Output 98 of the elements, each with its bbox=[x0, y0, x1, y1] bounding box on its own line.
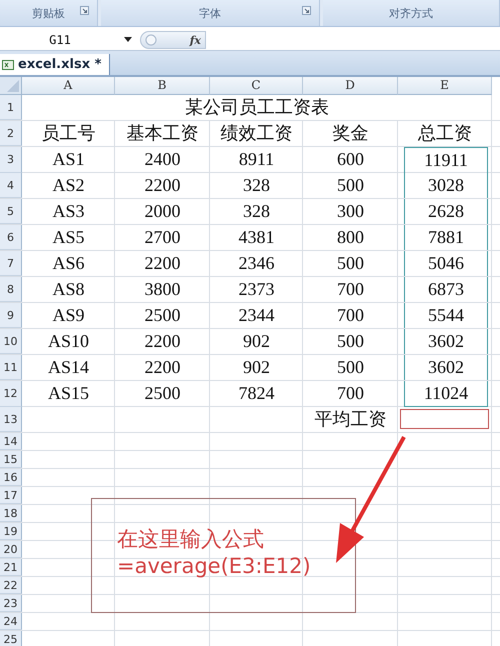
row-header[interactable]: 21 bbox=[0, 559, 22, 576]
table-cell-text: AS8 bbox=[51, 278, 86, 301]
table-cell-text: 328 bbox=[242, 174, 271, 197]
table-cell-text: 600 bbox=[336, 148, 365, 171]
table-cell-text: 基本工资 bbox=[126, 122, 200, 145]
name-box[interactable]: G11 bbox=[0, 33, 120, 47]
table-cell-text: 4381 bbox=[238, 226, 276, 249]
row-header[interactable]: 24 bbox=[0, 613, 22, 630]
table-cell-text: 2500 bbox=[144, 382, 182, 405]
row-header[interactable]: 23 bbox=[0, 595, 22, 612]
table-cell-text: AS14 bbox=[46, 356, 90, 379]
table-cell-text: 300 bbox=[336, 200, 365, 223]
table-cell-text: 800 bbox=[336, 226, 365, 249]
spreadsheet-icon bbox=[2, 58, 14, 70]
row-header[interactable]: 12 bbox=[0, 381, 22, 407]
table-cell-text: 2200 bbox=[144, 252, 182, 275]
row-header[interactable]: 25 bbox=[0, 631, 22, 646]
row-header[interactable]: 10 bbox=[0, 329, 22, 354]
row-header[interactable]: 1 bbox=[0, 95, 22, 120]
average-label: 平均工资 bbox=[314, 408, 388, 431]
table-cell-text: 700 bbox=[336, 304, 365, 327]
table-cell-text: 2200 bbox=[144, 174, 182, 197]
table-cell-text: AS6 bbox=[51, 252, 86, 275]
table-cell-text: 2346 bbox=[238, 252, 276, 275]
table-cell-text: 2400 bbox=[144, 148, 182, 171]
table-cell-text: 500 bbox=[336, 252, 365, 275]
target-cell[interactable] bbox=[400, 409, 489, 429]
table-cell-text: 500 bbox=[336, 356, 365, 379]
table-cell-text: 2000 bbox=[144, 200, 182, 223]
row-header[interactable]: 19 bbox=[0, 523, 22, 540]
table-cell-text: 总工资 bbox=[417, 122, 473, 145]
row-header[interactable]: 17 bbox=[0, 487, 22, 504]
table-cell: 7881 bbox=[404, 225, 488, 250]
table-cell-text: 2373 bbox=[238, 278, 276, 301]
caret-icon[interactable] bbox=[124, 37, 132, 43]
table-cell: 3602 bbox=[404, 329, 488, 354]
table-cell-text: 2700 bbox=[144, 226, 182, 249]
row-header[interactable]: 15 bbox=[0, 451, 22, 468]
row-header[interactable]: 9 bbox=[0, 303, 22, 328]
ribbon-group-label: 对齐方式 bbox=[389, 6, 433, 20]
table-cell-text: 2500 bbox=[144, 304, 182, 327]
table-cell-text: 902 bbox=[242, 330, 271, 353]
table-cell-text: AS10 bbox=[46, 330, 90, 353]
table-cell-text: AS2 bbox=[51, 174, 86, 197]
table-cell-text: 500 bbox=[336, 174, 365, 197]
row-header[interactable]: 6 bbox=[0, 225, 22, 250]
row-header[interactable]: 18 bbox=[0, 505, 22, 522]
table-cell-text: 500 bbox=[336, 330, 365, 353]
table-cell-text: AS5 bbox=[51, 226, 86, 249]
table-title: 某公司员工工资表 bbox=[184, 96, 330, 119]
row-header[interactable]: 3 bbox=[0, 147, 22, 173]
row-header[interactable]: 8 bbox=[0, 277, 22, 302]
table-cell-text: 902 bbox=[242, 356, 271, 379]
table-cell: 3028 bbox=[404, 173, 488, 198]
table-cell-text: AS15 bbox=[46, 382, 90, 405]
row-header[interactable]: 16 bbox=[0, 469, 22, 486]
column-header[interactable]: A bbox=[22, 77, 115, 95]
row-header[interactable]: 13 bbox=[0, 407, 22, 432]
workbook-tab[interactable]: excel.xlsx * bbox=[0, 54, 110, 75]
row-header[interactable]: 14 bbox=[0, 433, 22, 450]
table-cell-text: 328 bbox=[242, 200, 271, 223]
column-header[interactable]: C bbox=[210, 77, 303, 95]
table-cell-text: 700 bbox=[336, 278, 365, 301]
callout-text: 在这里输入公式 bbox=[117, 526, 265, 553]
dialog-launcher-icon[interactable] bbox=[80, 6, 89, 15]
column-header[interactable]: E bbox=[398, 77, 492, 95]
table-cell-text: 员工号 bbox=[40, 122, 96, 145]
row-header[interactable]: 22 bbox=[0, 577, 22, 594]
table-cell: 6873 bbox=[404, 277, 488, 302]
table-cell-text: 8911 bbox=[238, 148, 276, 171]
table-cell: 3602 bbox=[404, 355, 488, 380]
table-cell-text: 2344 bbox=[238, 304, 276, 327]
column-header[interactable]: B bbox=[115, 77, 210, 95]
ribbon-group-label: 字体 bbox=[199, 6, 221, 20]
table-cell-text: 奖金 bbox=[332, 122, 370, 145]
table-cell-text: AS9 bbox=[51, 304, 86, 327]
row-header[interactable]: 4 bbox=[0, 173, 22, 198]
table-cell-text: 700 bbox=[336, 382, 365, 405]
table-cell-text: 绩效工资 bbox=[220, 122, 294, 145]
table-cell-text: 2200 bbox=[144, 356, 182, 379]
row-header[interactable]: 5 bbox=[0, 199, 22, 224]
row-header[interactable]: 7 bbox=[0, 251, 22, 276]
table-cell-text: AS1 bbox=[51, 148, 86, 171]
row-header[interactable]: 11 bbox=[0, 355, 22, 380]
dialog-launcher-icon[interactable] bbox=[302, 6, 311, 15]
table-cell-text: 7824 bbox=[238, 382, 276, 405]
table-cell: 2628 bbox=[404, 199, 488, 224]
row-header[interactable]: 20 bbox=[0, 541, 22, 558]
table-cell-text: AS3 bbox=[51, 200, 86, 223]
callout-text: =average(E3:E12) bbox=[117, 553, 312, 580]
insert-function-button[interactable]: fx bbox=[190, 34, 201, 46]
row-header[interactable]: 2 bbox=[0, 121, 22, 146]
table-cell-text: 3800 bbox=[144, 278, 182, 301]
ribbon-group-label: 剪贴板 bbox=[32, 6, 65, 20]
table-cell: 5544 bbox=[404, 303, 488, 328]
table-cell: 5046 bbox=[404, 251, 488, 276]
column-header[interactable]: D bbox=[303, 77, 398, 95]
table-cell-text: 2200 bbox=[144, 330, 182, 353]
